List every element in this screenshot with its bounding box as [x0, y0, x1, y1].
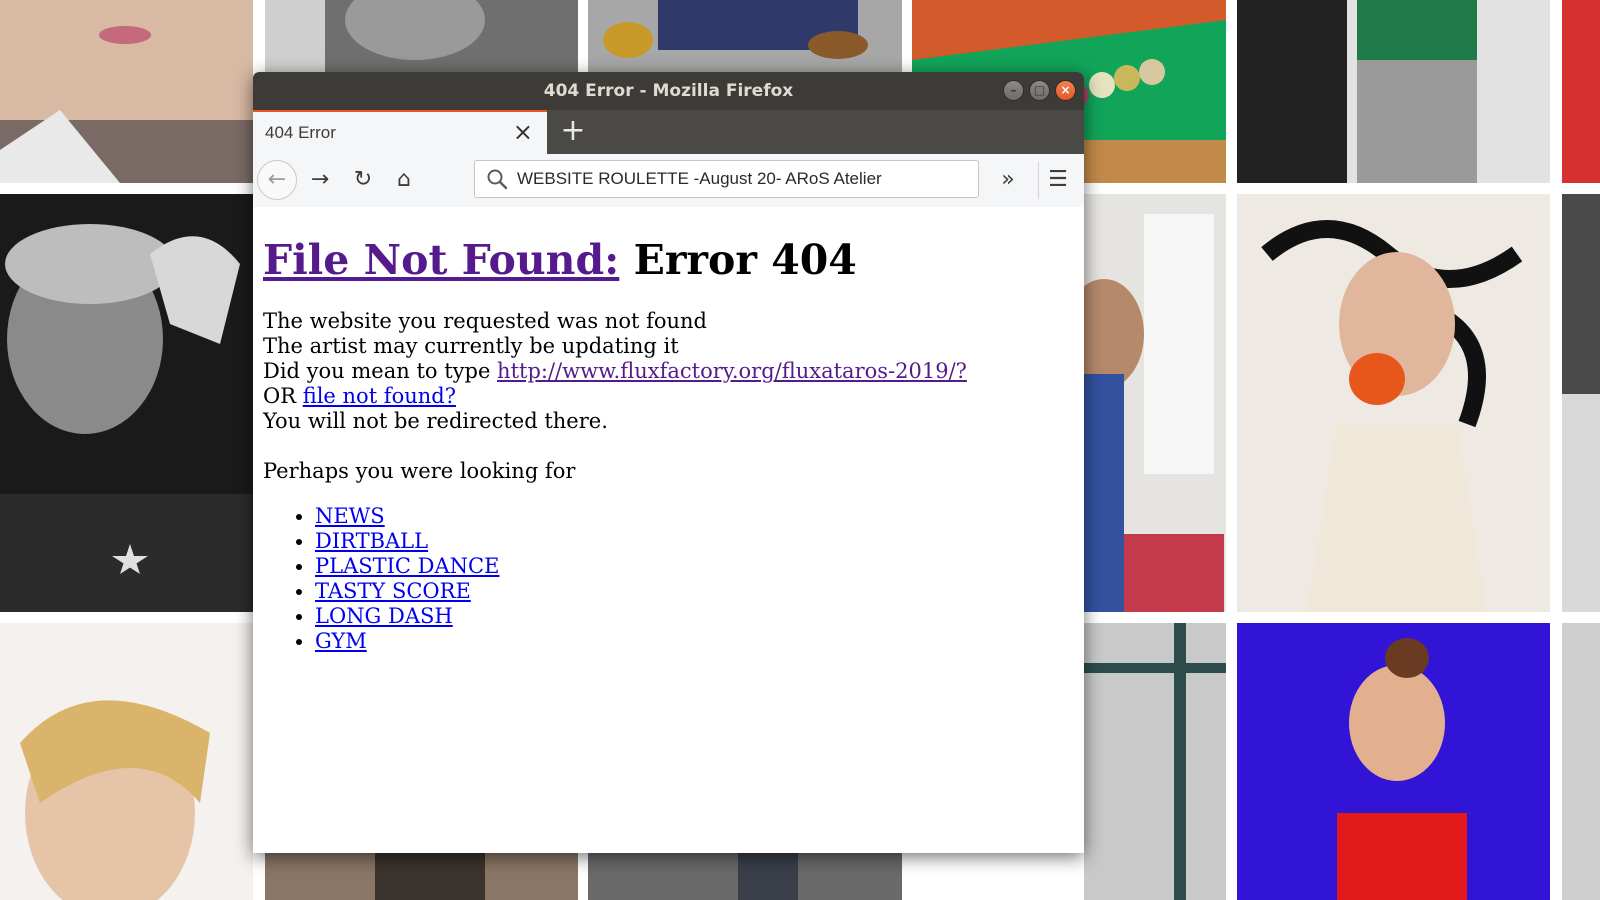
or-line: OR file not found?	[263, 384, 1074, 409]
photo-tile	[1562, 0, 1600, 183]
back-button[interactable]: ←	[257, 160, 297, 200]
photo-tile	[0, 623, 253, 900]
toolbar-divider	[1038, 162, 1039, 199]
or-prefix: OR	[263, 384, 303, 408]
page-heading: File Not Found: Error 404	[263, 237, 1074, 283]
list-item: DIRTBALL	[315, 529, 1074, 554]
file-not-found-link[interactable]: File Not Found:	[263, 236, 619, 284]
photo-tile	[1237, 623, 1550, 900]
new-tab-button[interactable]: +	[551, 110, 595, 154]
photo-tile	[265, 853, 578, 900]
photo-tile	[1084, 623, 1226, 900]
page-content: File Not Found: Error 404 The website yo…	[253, 207, 1084, 853]
window-controls: – □ ×	[1003, 80, 1076, 101]
photo-tile	[588, 0, 902, 72]
tab-strip: 404 Error × +	[253, 110, 1084, 154]
forward-button[interactable]: →	[303, 163, 337, 197]
plastic-dance-link[interactable]: PLASTIC DANCE	[315, 554, 499, 578]
address-bar[interactable]: WEBSITE ROULETTE -August 20- ARoS Atelie…	[474, 160, 979, 198]
did-you-mean-line: Did you mean to type http://www.fluxfact…	[263, 359, 1074, 384]
window-title: 404 Error - Mozilla Firefox	[543, 81, 794, 101]
message-paragraph: The website you requested was not found …	[263, 309, 1074, 434]
tab-404-error[interactable]: 404 Error ×	[253, 110, 547, 154]
list-item: TASTY SCORE	[315, 579, 1074, 604]
gym-link[interactable]: GYM	[315, 629, 367, 653]
photo-tile	[0, 194, 253, 612]
address-bar-text[interactable]: WEBSITE ROULETTE -August 20- ARoS Atelie…	[517, 161, 882, 197]
reload-button[interactable]: ↻	[346, 163, 380, 197]
photo-tile	[1237, 194, 1550, 612]
maximize-button[interactable]: □	[1029, 80, 1050, 101]
file-not-found-question-link[interactable]: file not found?	[303, 384, 456, 408]
navigation-toolbar: ← → ↻ ⌂ WEBSITE ROULETTE -August 20- ARo…	[253, 154, 1084, 208]
window-titlebar[interactable]: 404 Error - Mozilla Firefox – □ ×	[253, 72, 1084, 110]
news-link[interactable]: NEWS	[315, 504, 385, 528]
photo-tile	[265, 0, 578, 72]
suggested-links-list: NEWS DIRTBALL PLASTIC DANCE TASTY SCORE …	[263, 504, 1074, 654]
list-item: PLASTIC DANCE	[315, 554, 1074, 579]
message-line: The artist may currently be updating it	[263, 334, 679, 358]
tab-title: 404 Error	[265, 123, 336, 142]
did-you-mean-prefix: Did you mean to type	[263, 359, 498, 383]
photo-tile	[1084, 194, 1226, 612]
list-item: GYM	[315, 629, 1074, 654]
redirect-note: You will not be redirected there.	[263, 409, 608, 433]
fluxfactory-link[interactable]: http://www.fluxfactory.org/fluxataros-20…	[497, 359, 967, 383]
hamburger-menu-button[interactable]: ☰	[1041, 163, 1075, 197]
photo-tile	[0, 0, 253, 183]
photo-tile	[1237, 0, 1550, 183]
close-window-button[interactable]: ×	[1055, 80, 1076, 101]
list-item: NEWS	[315, 504, 1074, 529]
long-dash-link[interactable]: LONG DASH	[315, 604, 453, 628]
tab-close-icon[interactable]: ×	[513, 112, 533, 153]
list-item: LONG DASH	[315, 604, 1074, 629]
dirtball-link[interactable]: DIRTBALL	[315, 529, 428, 553]
home-button[interactable]: ⌂	[387, 163, 421, 197]
minimize-button[interactable]: –	[1003, 80, 1024, 101]
tasty-score-link[interactable]: TASTY SCORE	[315, 579, 471, 603]
firefox-window: 404 Error - Mozilla Firefox – □ × 404 Er…	[253, 72, 1084, 853]
message-line: The website you requested was not found	[263, 309, 707, 333]
overflow-menu-button[interactable]: »	[991, 163, 1025, 197]
search-icon	[485, 167, 509, 191]
photo-tile	[588, 853, 902, 900]
photo-tile	[1562, 194, 1600, 612]
perhaps-text: Perhaps you were looking for	[263, 459, 576, 483]
photo-tile	[1562, 623, 1600, 900]
heading-error-text: Error 404	[619, 236, 857, 284]
